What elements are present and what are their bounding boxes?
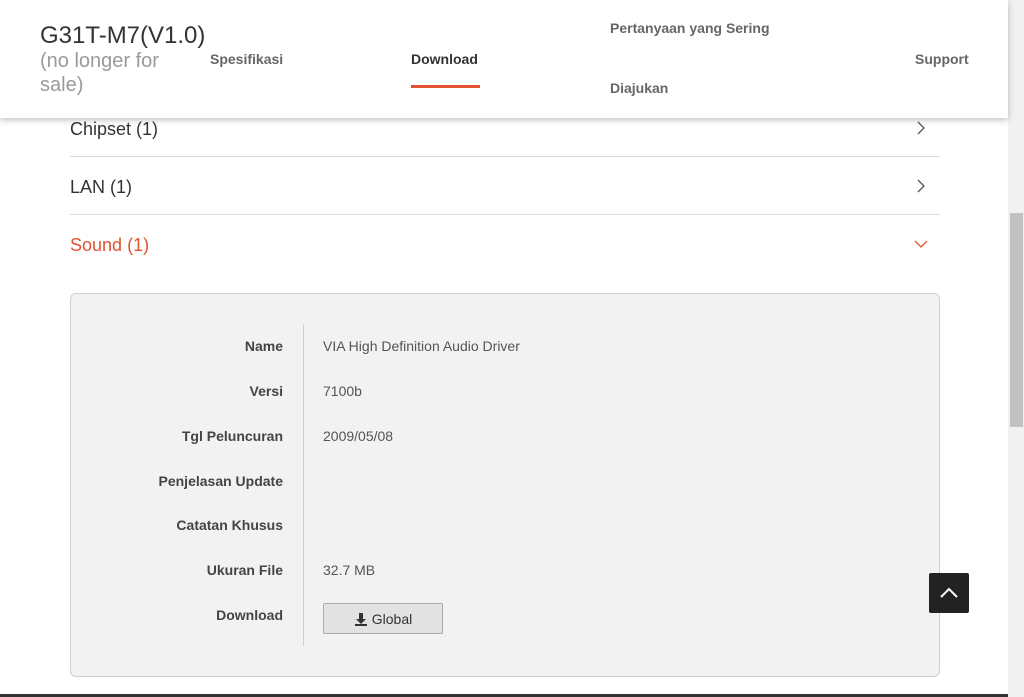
tab-faq[interactable]: Pertanyaan yang Sering Diajukan	[610, 21, 790, 96]
category-sound-label: Sound (1)	[70, 235, 149, 256]
product-title: G31T-M7(V1.0)	[40, 22, 206, 49]
tab-faq-label-line1: Pertanyaan yang Sering	[610, 20, 770, 36]
category-name: Sound	[70, 235, 123, 255]
category-count: (1)	[110, 177, 133, 197]
product-header: G31T-M7(V1.0) (no longer for sale) Spesi…	[0, 0, 1008, 118]
release-date-label: Tgl Peluncuran	[181, 428, 283, 444]
file-size-value: 32.7 MB	[323, 562, 376, 578]
update-description-label: Penjelasan Update	[158, 473, 284, 489]
download-page: G31T-M7(V1.0) (no longer for sale) Spesi…	[0, 0, 1024, 697]
category-lan[interactable]: LAN (1)	[70, 157, 940, 215]
panel-divider	[303, 324, 304, 646]
category-lan-label: LAN (1)	[70, 177, 132, 198]
download-button-label: Global	[371, 610, 413, 627]
special-notes-label: Catatan Khusus	[176, 517, 283, 533]
chevron-right-icon	[917, 121, 925, 135]
category-count: (1)	[127, 235, 150, 255]
name-value: VIA High Definition Audio Driver	[323, 338, 520, 354]
tab-support[interactable]: Support	[915, 51, 969, 67]
download-global-button[interactable]: Global	[323, 603, 443, 634]
product-status: (no longer for sale)	[40, 50, 159, 96]
tab-download[interactable]: Download	[411, 51, 478, 67]
download-label: Download	[216, 607, 283, 623]
chevron-up-icon	[940, 587, 958, 598]
download-icon	[354, 612, 367, 626]
chevron-down-icon	[914, 240, 928, 248]
version-value: 7100b	[323, 383, 362, 399]
category-chipset-label: Chipset (1)	[70, 119, 158, 140]
file-size-label: Ukuran File	[206, 562, 283, 578]
category-sound[interactable]: Sound (1)	[70, 215, 940, 272]
active-tab-indicator	[411, 85, 480, 88]
back-to-top-button[interactable]	[929, 573, 969, 613]
scrollbar-thumb[interactable]	[1010, 213, 1023, 427]
name-label: Name	[244, 338, 283, 354]
category-name: LAN	[70, 177, 106, 197]
version-label: Versi	[249, 383, 283, 399]
tab-spesifikasi[interactable]: Spesifikasi	[210, 51, 283, 67]
chevron-right-icon	[917, 179, 925, 193]
release-date-value: 2009/05/08	[323, 428, 394, 444]
category-name: Chipset	[70, 119, 132, 139]
tab-faq-label-line2: Diajukan	[610, 80, 669, 96]
driver-details-panel: Name VIA High Definition Audio Driver Ve…	[70, 293, 940, 677]
category-count: (1)	[136, 119, 159, 139]
